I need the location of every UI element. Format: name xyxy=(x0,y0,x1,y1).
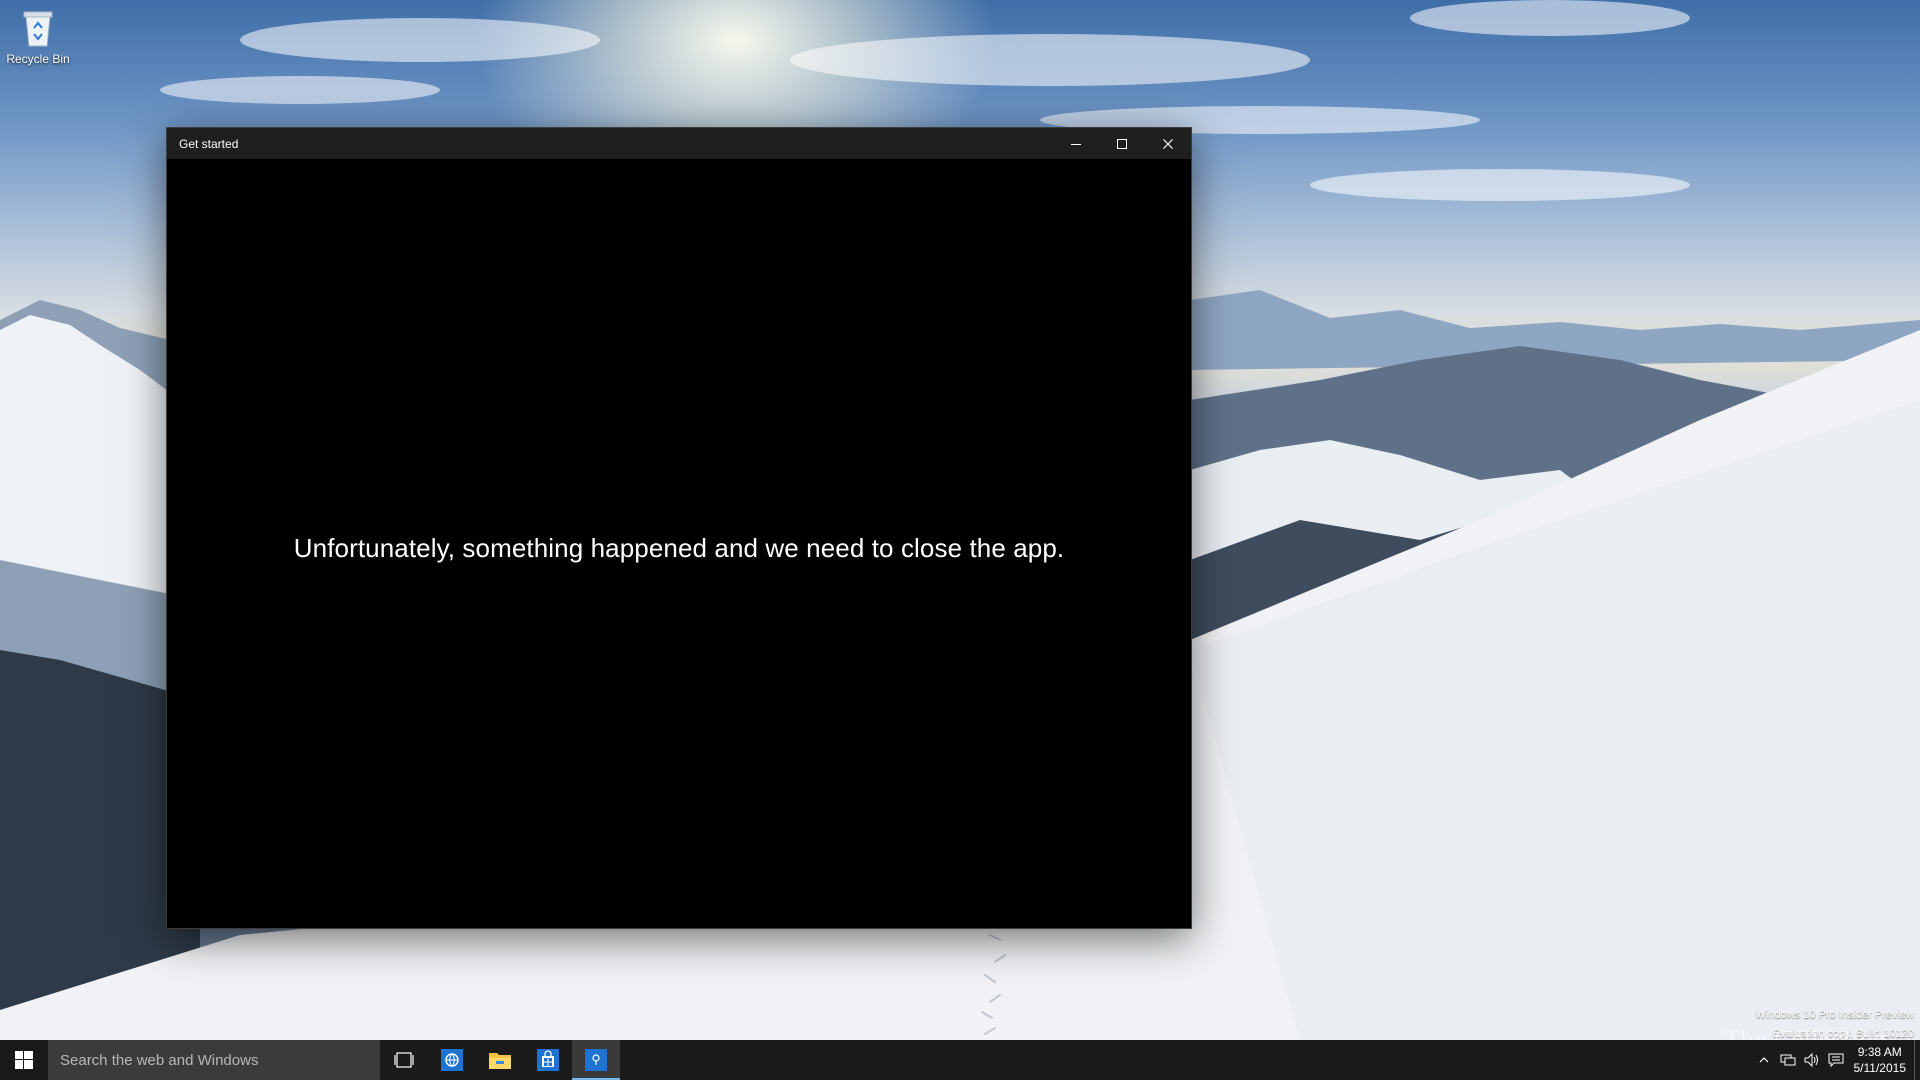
maximize-icon xyxy=(1117,138,1127,149)
network-icon xyxy=(1780,1054,1795,1066)
show-desktop-button[interactable] xyxy=(1914,1040,1920,1080)
volume-button[interactable] xyxy=(1800,1040,1824,1080)
minimize-icon xyxy=(1071,143,1081,145)
close-icon xyxy=(1163,138,1173,149)
error-message: Unfortunately, something happened and we… xyxy=(293,533,1065,563)
watermark-line-1: Windows 10 Pro Insider Preview xyxy=(1755,1009,1914,1021)
chevron-up-icon xyxy=(1759,1057,1768,1063)
task-view-icon xyxy=(394,1052,414,1068)
start-button[interactable] xyxy=(0,1040,48,1080)
folder-icon xyxy=(489,1053,511,1069)
window-titlebar[interactable]: Get started xyxy=(167,128,1191,159)
taskbar-store[interactable] xyxy=(524,1040,572,1080)
system-tray: 9:38 AM 5/11/2015 xyxy=(1752,1040,1920,1080)
clock[interactable]: 9:38 AM 5/11/2015 xyxy=(1848,1044,1915,1076)
brand-watermark-text: The Collection Book xyxy=(1725,1028,1920,1040)
volume-icon xyxy=(1804,1053,1818,1067)
window-content: Unfortunately, something happened and we… xyxy=(167,159,1191,928)
clock-time: 9:38 AM xyxy=(1857,1045,1902,1059)
taskbar-get-started[interactable] xyxy=(572,1040,620,1080)
recycle-bin-shortcut[interactable]: Recycle Bin xyxy=(4,8,72,66)
minimize-button[interactable] xyxy=(1053,128,1099,159)
window-title: Get started xyxy=(179,136,239,151)
close-button[interactable] xyxy=(1145,128,1191,159)
store-icon xyxy=(537,1049,559,1071)
clock-date: 5/11/2015 xyxy=(1853,1061,1907,1075)
action-center-button[interactable] xyxy=(1824,1040,1848,1080)
search-placeholder: Search the web and Windows xyxy=(60,1051,259,1069)
taskbar-file-explorer[interactable] xyxy=(476,1040,524,1080)
task-view-button[interactable] xyxy=(380,1040,428,1080)
taskbar: Search the web and Windows 9:38 AM 5/11/… xyxy=(0,1040,1920,1080)
recycle-bin-icon xyxy=(23,11,53,47)
tips-icon xyxy=(585,1049,607,1071)
book-logo-icon xyxy=(1693,1039,1696,1040)
window-controls xyxy=(1053,128,1191,159)
taskbar-internet-explorer[interactable] xyxy=(428,1040,476,1080)
windows-logo-icon xyxy=(15,1051,33,1069)
brand-watermark: The Collection Book xyxy=(1668,1028,1920,1040)
browser-icon xyxy=(441,1049,463,1071)
action-center-icon xyxy=(1828,1053,1843,1067)
show-hidden-icons-button[interactable] xyxy=(1752,1040,1776,1080)
network-button[interactable] xyxy=(1776,1040,1800,1080)
get-started-window: Get started Unfortunately, something hap… xyxy=(167,128,1191,928)
search-box[interactable]: Search the web and Windows xyxy=(48,1040,380,1080)
maximize-button[interactable] xyxy=(1099,128,1145,159)
recycle-bin-label: Recycle Bin xyxy=(6,52,70,66)
